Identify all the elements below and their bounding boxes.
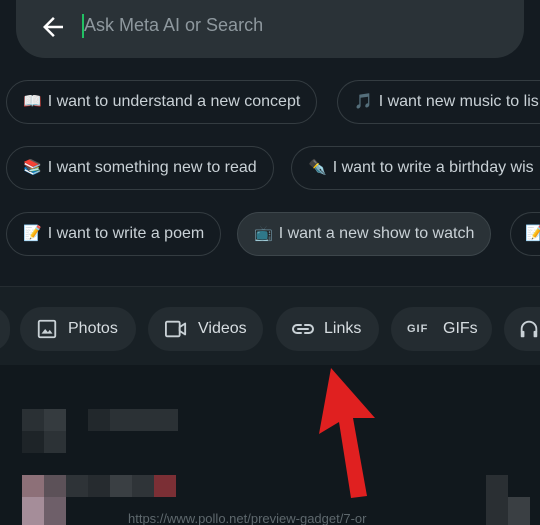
suggestion-row-1: 📖 I want to understand a new concept 🎵 I w…	[0, 80, 540, 126]
music-note-icon: 🎵	[354, 93, 373, 110]
suggestion-label: I want to write a poem	[47, 225, 205, 242]
photo-icon	[37, 319, 57, 339]
filter-gifs-button[interactable]: GIF GIFs	[391, 307, 492, 351]
suggestion-chip-concept[interactable]: 📖 I want to understand a new concept	[6, 80, 318, 124]
media-filter-bar: Photos Videos Links GIF GIFs	[0, 287, 540, 365]
headphones-icon	[520, 320, 538, 338]
blurred-avatar	[22, 431, 44, 453]
pen-icon: ✒️	[308, 159, 327, 176]
blurred-thumbnail	[110, 475, 132, 497]
filter-gifs-label: GIFs	[443, 320, 478, 337]
blurred-thumbnail	[22, 497, 44, 525]
result-link-url[interactable]: https://www.pollo.net/preview-gadget/7-o…	[128, 511, 366, 525]
suggestion-row-3: 📝 I want to write a poem 📺 I want a new sh…	[0, 212, 540, 258]
filter-photos-button[interactable]: Photos	[20, 307, 136, 351]
filter-links-button[interactable]: Links	[276, 307, 379, 351]
video-icon	[165, 320, 187, 338]
gif-icon: GIF	[407, 323, 429, 335]
suggestion-row-2: 📚 I want something new to read ✒️ I want t…	[0, 146, 540, 192]
blurred-thumbnail	[508, 497, 530, 525]
blurred-thumbnail	[44, 497, 66, 525]
search-results: https://www.pollo.net/preview-gadget/7-o…	[0, 365, 540, 525]
filter-audio-button[interactable]	[504, 307, 540, 351]
suggestion-chip-music[interactable]: 🎵 I want new music to lis	[337, 80, 540, 124]
memo-icon: 📝	[23, 225, 42, 242]
back-arrow-icon[interactable]	[38, 12, 68, 42]
blurred-thumbnail	[22, 475, 44, 497]
suggestion-chip-partial[interactable]: 📝	[510, 212, 540, 256]
blurred-thumbnail	[132, 475, 154, 497]
book-icon: 📖	[23, 93, 42, 110]
suggestion-label: I want to write a birthday wis	[332, 159, 534, 176]
books-icon: 📚	[23, 159, 42, 176]
suggestion-chip-poem[interactable]: 📝 I want to write a poem	[6, 212, 222, 256]
search-input[interactable]: Ask Meta AI or Search	[84, 15, 263, 36]
tv-icon: 📺	[254, 225, 273, 242]
filter-chip-partial-left[interactable]	[0, 307, 10, 351]
annotation-arrow-icon	[319, 368, 375, 498]
blurred-text	[88, 409, 110, 431]
filter-videos-label: Videos	[198, 320, 247, 337]
blurred-text	[110, 409, 178, 431]
memo-icon: 📝	[525, 225, 540, 242]
suggestion-chip-read[interactable]: 📚 I want something new to read	[6, 146, 274, 190]
suggestion-label: I want new music to lis	[378, 93, 539, 110]
filter-links-label: Links	[324, 320, 362, 337]
suggestion-label: I want something new to read	[47, 159, 257, 176]
search-bar[interactable]: Ask Meta AI or Search	[16, 0, 524, 58]
filter-photos-label: Photos	[68, 320, 118, 337]
suggestion-chip-birthday[interactable]: ✒️ I want to write a birthday wis	[291, 146, 540, 190]
blurred-avatar	[44, 409, 66, 431]
blurred-thumbnail	[44, 475, 66, 497]
suggestion-label: I want a new show to watch	[278, 225, 475, 242]
suggestion-label: I want to understand a new concept	[47, 93, 301, 110]
blurred-thumbnail	[88, 475, 110, 497]
link-icon	[292, 324, 314, 334]
blurred-thumbnail	[66, 475, 88, 497]
blurred-thumbnail	[154, 475, 176, 497]
blurred-avatar	[22, 409, 44, 431]
blurred-thumbnail	[486, 475, 508, 525]
suggestion-chip-show[interactable]: 📺 I want a new show to watch	[237, 212, 492, 256]
filter-videos-button[interactable]: Videos	[148, 307, 263, 351]
blurred-avatar	[44, 431, 66, 453]
